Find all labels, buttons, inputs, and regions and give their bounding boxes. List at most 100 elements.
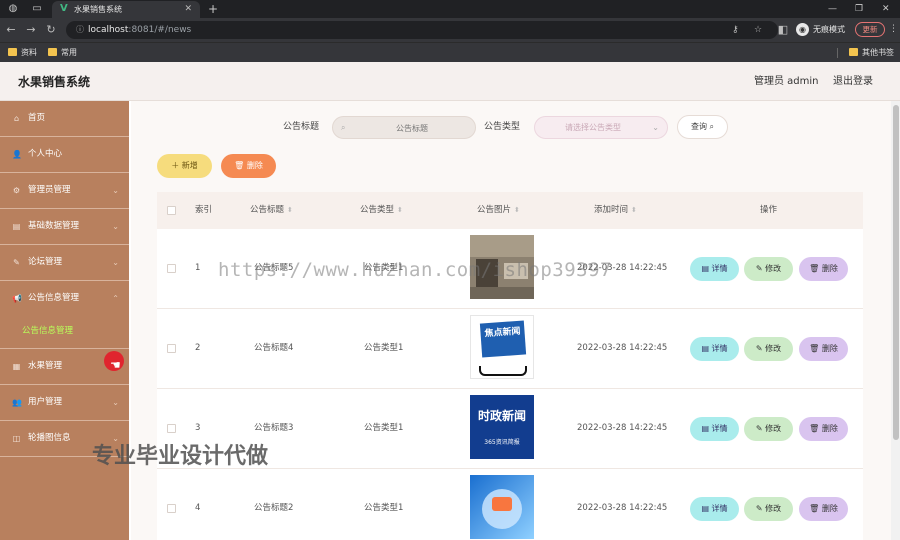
trash-icon: 🗑 — [234, 161, 245, 170]
cell-image[interactable] — [470, 475, 534, 539]
back-icon[interactable]: ← — [4, 23, 18, 37]
delete-button[interactable]: 🗑 删除 — [799, 497, 848, 521]
select-all-checkbox[interactable] — [167, 206, 176, 215]
sidebar-item[interactable]: ▤ 基础数据管理 ⌄ — [0, 209, 129, 245]
cell-image[interactable]: 时政新闻 365资讯简报 — [470, 395, 534, 459]
reload-icon[interactable]: ↻ — [44, 23, 58, 37]
url-text: localhost:8081/#/news — [88, 25, 192, 35]
more-menu-icon[interactable]: ⋮ — [889, 23, 898, 35]
logout-link[interactable]: 退出登录 — [833, 75, 873, 88]
bookmark-folder[interactable]: 资料 — [8, 47, 37, 59]
sort-icon: ⬍ — [287, 206, 293, 214]
cell-image[interactable]: 焦点新闻 — [470, 315, 534, 379]
sidebar-item-label: 个人中心 — [28, 149, 63, 159]
header-ops: 操作 — [760, 205, 778, 215]
header-title[interactable]: 公告标题 ⬍ — [250, 205, 293, 216]
news-badge-image: 焦点新闻 — [470, 315, 534, 379]
app-header: 水果销售系统 管理员 admin 退出登录 — [0, 62, 900, 101]
query-button[interactable]: 查询 ⌕ — [677, 115, 728, 139]
sidebar-item[interactable]: 👤 个人中心 — [0, 137, 129, 173]
sidepanel-icon[interactable]: ◧ — [776, 23, 790, 37]
users-icon: 👥 — [12, 398, 22, 407]
chevron-down-icon: ⌄ — [112, 258, 119, 267]
globe-icon[interactable]: ◍ — [6, 3, 20, 15]
pencil-icon: ✎ — [755, 264, 763, 273]
forward-icon[interactable]: → — [24, 23, 38, 37]
app-title: 水果销售系统 — [18, 75, 91, 89]
sidebar-item-label: 首页 — [28, 113, 46, 123]
sidebar-item[interactable]: 👥 用户管理 ⌄ — [0, 385, 129, 421]
update-button[interactable]: 更新 — [855, 22, 885, 37]
detail-button[interactable]: ▤ 详情 — [690, 257, 739, 281]
detail-button[interactable]: ▤ 详情 — [690, 497, 739, 521]
chevron-down-icon: ⌄ — [652, 123, 659, 132]
plus-icon: ＋ — [171, 161, 180, 170]
row-checkbox[interactable] — [167, 344, 176, 353]
tab-title: 水果销售系统 — [74, 5, 122, 14]
sidebar-item[interactable]: ⌂ 首页 — [0, 101, 129, 137]
row-checkbox[interactable] — [167, 264, 176, 273]
sidebar-item[interactable]: ✎ 论坛管理 ⌄ — [0, 245, 129, 281]
title-search-input[interactable]: ⌕ — [332, 116, 476, 139]
browser-tab[interactable]: V 水果销售系统 ✕ — [52, 1, 200, 18]
bookmark-divider — [837, 48, 838, 58]
title-search-field[interactable] — [353, 121, 471, 135]
vue-logo-icon: V — [60, 3, 68, 14]
other-bookmarks[interactable]: 其他书签 — [849, 47, 894, 59]
detail-button[interactable]: ▤ 详情 — [690, 337, 739, 361]
folder-icon — [849, 48, 858, 56]
trash-icon: 🗑 — [809, 344, 820, 353]
pencil-icon: ✎ — [755, 344, 763, 353]
star-icon[interactable]: ☆ — [754, 24, 762, 36]
close-tab-icon[interactable]: ✕ — [184, 3, 192, 15]
row-checkbox[interactable] — [167, 504, 176, 513]
edit-button[interactable]: ✎ 修改 — [744, 337, 793, 361]
cell-index: 3 — [195, 423, 201, 433]
sidebar-item[interactable]: ⚙ 管理员管理 ⌄ — [0, 173, 129, 209]
batch-delete-button[interactable]: 🗑 删除 — [221, 154, 276, 178]
scrollbar-thumb[interactable] — [893, 105, 899, 440]
minimize-icon[interactable]: — — [828, 2, 837, 16]
type-select[interactable]: 请选择公告类型 ⌄ — [534, 116, 668, 139]
search-icon: ⌕ — [709, 122, 715, 131]
row-checkbox[interactable] — [167, 424, 176, 433]
document-icon: ▤ — [701, 424, 709, 433]
cell-title: 公告标题2 — [254, 503, 294, 513]
address-bar[interactable]: ⓘ localhost:8081/#/news ⚷ ☆ — [66, 21, 778, 39]
sidebar-item[interactable]: 📢 公告信息管理 ⌃ 公告信息管理 — [0, 281, 129, 349]
sort-icon: ⬍ — [631, 206, 637, 214]
sidebar-subitem-active[interactable]: 公告信息管理 — [22, 326, 73, 337]
cell-index: 2 — [195, 343, 201, 353]
sidebar-item-label: 用户管理 — [28, 397, 63, 407]
forum-icon: ✎ — [13, 258, 20, 267]
window-close-icon[interactable]: ✕ — [882, 2, 890, 16]
edit-button[interactable]: ✎ 修改 — [744, 497, 793, 521]
detail-button[interactable]: ▤ 详情 — [690, 417, 739, 441]
delete-button[interactable]: 🗑 删除 — [799, 417, 848, 441]
sidebar-item-label: 轮播图信息 — [28, 433, 71, 443]
folder-icon — [48, 48, 57, 56]
trash-icon: 🗑 — [809, 264, 820, 273]
delete-button[interactable]: 🗑 删除 — [799, 337, 848, 361]
sort-icon: ⬍ — [514, 206, 520, 214]
cell-type: 公告类型1 — [364, 343, 404, 353]
delete-button[interactable]: 🗑 删除 — [799, 257, 848, 281]
tab-strip-icon[interactable]: ▭ — [30, 3, 44, 15]
trash-icon: 🗑 — [809, 504, 820, 513]
site-info-icon[interactable]: ⓘ — [74, 24, 86, 36]
profile-label: 无痕模式 — [813, 25, 845, 34]
new-tab-icon[interactable]: + — [208, 1, 218, 17]
restore-icon[interactable]: ❐ — [855, 2, 863, 16]
header-time[interactable]: 添加时间 ⬍ — [594, 205, 637, 216]
cell-type: 公告类型1 — [364, 423, 404, 433]
edit-button[interactable]: ✎ 修改 — [744, 257, 793, 281]
add-button[interactable]: ＋ 新增 — [157, 154, 212, 178]
bookmark-folder[interactable]: 常用 — [48, 47, 77, 59]
edit-button[interactable]: ✎ 修改 — [744, 417, 793, 441]
header-image[interactable]: 公告图片 ⬍ — [477, 205, 520, 216]
key-icon[interactable]: ⚷ — [732, 24, 739, 36]
header-type[interactable]: 公告类型 ⬍ — [360, 205, 403, 216]
cell-title: 公告标题4 — [254, 343, 294, 353]
home-icon: ⌂ — [13, 114, 20, 123]
cell-index: 4 — [195, 503, 201, 513]
